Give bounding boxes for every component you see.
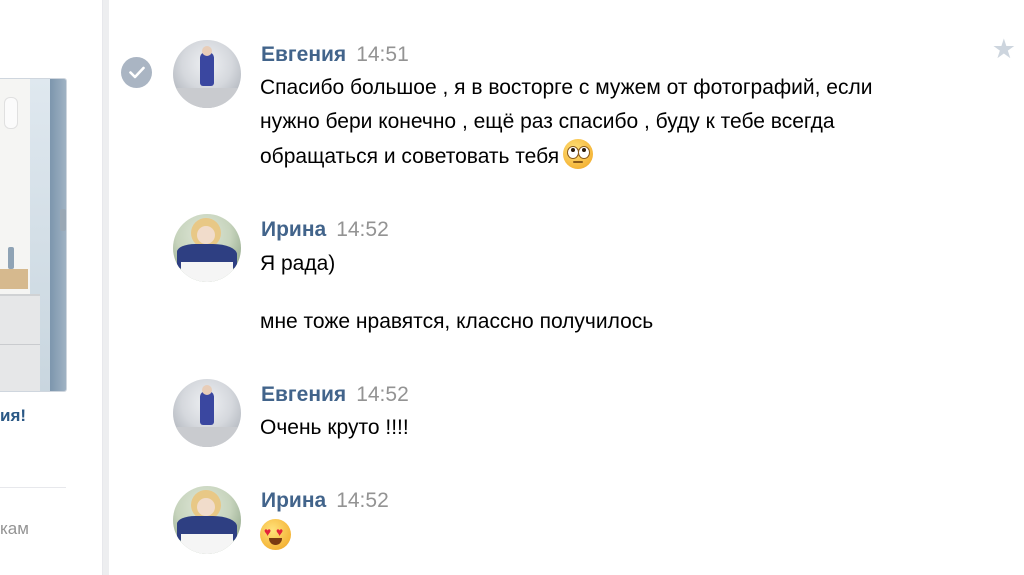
- heart-eyes-emoji: ♥ ♥: [260, 519, 291, 550]
- post-photo[interactable]: [0, 78, 67, 392]
- avatar[interactable]: [173, 486, 241, 554]
- avatar[interactable]: [173, 40, 241, 108]
- author-name[interactable]: Ирина: [261, 218, 326, 241]
- message-line: нужно бери конечно , ещё раз спасибо , б…: [260, 110, 835, 133]
- avatar[interactable]: [173, 214, 241, 282]
- message-header: Ирина 14:52: [261, 218, 389, 242]
- message-header: Евгения 14:52: [261, 383, 409, 407]
- avatar[interactable]: [173, 379, 241, 447]
- message-time[interactable]: 14:52: [336, 489, 389, 512]
- message-text: Очень круто !!!!: [260, 416, 409, 439]
- author-name[interactable]: Ирина: [261, 489, 326, 512]
- author-name[interactable]: Евгения: [261, 383, 346, 406]
- message-history: Евгения 14:51 Спасибо большое , я в восто…: [109, 0, 1024, 575]
- check-icon[interactable]: [121, 57, 152, 88]
- message-text: ♥ ♥: [260, 519, 291, 555]
- message-line: Спасибо большое , я в восторге с мужем о…: [260, 76, 873, 99]
- message-text: мне тоже нравятся, классно получилось: [260, 310, 654, 333]
- left-footer-text: кам: [0, 519, 29, 538]
- message-header: Ирина 14:52: [261, 489, 389, 513]
- message-text: Спасибо большое , я в восторге с мужем о…: [260, 71, 872, 174]
- message-time[interactable]: 14:52: [356, 383, 409, 406]
- message-text: Я рада): [260, 252, 336, 275]
- message-header: Евгения 14:51: [261, 43, 409, 67]
- message-item[interactable]: Евгения 14:51 Спасибо большое , я в восто…: [109, 0, 1024, 190]
- left-panel: ия! кам: [0, 0, 103, 575]
- message-time[interactable]: 14:51: [356, 43, 409, 66]
- message-time[interactable]: 14:52: [336, 218, 389, 241]
- star-icon[interactable]: ★: [992, 36, 1016, 63]
- post-title-link[interactable]: ия!: [0, 406, 26, 426]
- author-name[interactable]: Евгения: [261, 43, 346, 66]
- rolling-eyes-emoji: [563, 139, 594, 169]
- divider: [0, 487, 66, 488]
- message-line: обращаться и советовать тебя: [260, 139, 872, 174]
